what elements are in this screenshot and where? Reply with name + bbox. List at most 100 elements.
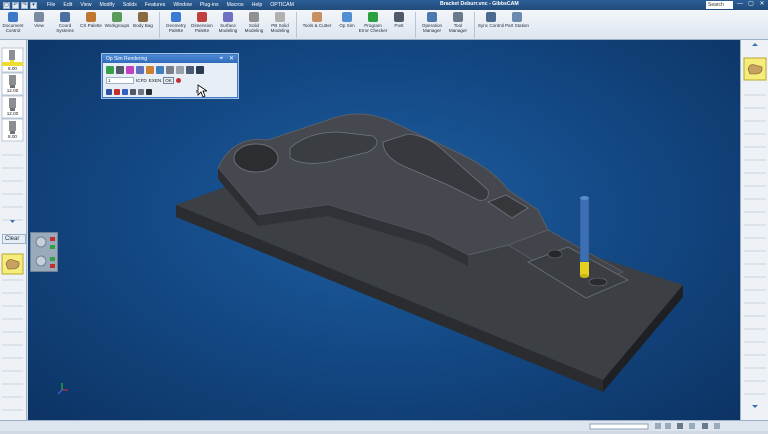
panel-title-bar[interactable]: Op Sim Rendering ⌖ ✕ [103,55,237,63]
status-icon-2 [665,423,671,429]
zoom-view-icon [35,255,47,267]
menu-edit[interactable]: Edit [59,2,76,8]
section-icon[interactable] [176,65,184,74]
ribbon-body-bag-button[interactable]: Body Bag [130,10,156,40]
ribbon-view-button[interactable]: View [26,10,52,40]
fixture-icon[interactable] [146,65,154,74]
panel-row-2: 1 ICFD EXEN OK [103,74,237,85]
close-icon[interactable]: ✕ [758,0,766,9]
tool-4-icon [9,121,16,134]
coord-icon [60,12,70,22]
ribbon-dimension-button[interactable]: Dimension Palette [189,10,215,40]
ribbon-operation-button[interactable]: Operation Manager [419,10,445,40]
fast-icon[interactable] [138,88,144,95]
scroll-up-icon [752,43,758,46]
solid-view-icon[interactable] [136,65,144,74]
stop-icon[interactable] [114,88,120,95]
menu-window[interactable]: Window [169,2,195,8]
solid-icon [249,12,259,22]
redo-icon[interactable]: ↷ [21,1,28,9]
menu-plugins[interactable]: Plug-ins [196,2,223,8]
ribbon-label: PB Solid Modeling [270,23,290,33]
pb-solid-icon [275,12,285,22]
ribbon-workgroups-button[interactable]: Workgroups [104,10,130,40]
cs-palette-icon [86,12,96,22]
status-icon-1 [655,423,661,429]
panel-row-1 [103,63,237,74]
maximize-icon[interactable]: ▢ [747,0,755,9]
minimize-icon[interactable]: — [736,0,744,9]
undo-icon[interactable]: ↶ [12,1,19,9]
clear-button[interactable]: Clear [2,234,26,244]
search-input[interactable]: Search [706,1,733,9]
pin-icon[interactable]: ⌖ [220,55,223,63]
check-icon [368,12,378,22]
red-marker-icon-2 [50,264,55,268]
play-icon[interactable] [122,88,128,95]
save-icon[interactable]: ▢ [3,1,10,9]
ribbon-check-button[interactable]: Program Error Checker [359,10,387,40]
cutting-tool-icon [579,196,590,278]
ribbon-tools-button[interactable]: Tools & Cutter [300,10,334,40]
menu-help[interactable]: Help [248,2,267,8]
ribbon-label: Workgroups [104,23,130,28]
green-marker-icon [50,245,55,249]
rewind-icon[interactable] [106,88,112,95]
lock-icon[interactable] [166,65,174,74]
tool-3-icon [9,98,16,111]
workgroups-icon [112,12,122,22]
grid-icon[interactable] [186,65,194,74]
stock-icon[interactable] [116,65,124,74]
ribbon-post-button[interactable]: Post [386,10,412,40]
step-count-input[interactable]: 1 [106,77,134,84]
menu-file[interactable]: File [43,2,59,8]
menu-opticam[interactable]: OPTICAM [266,2,298,8]
tool-2-value: 12.00 [6,88,19,93]
menu-features[interactable]: Features [141,2,169,8]
mouse-cursor-icon [197,84,207,98]
customize-icon[interactable]: ▾ [30,1,37,9]
display-icon[interactable] [196,65,204,74]
ribbon-cs-palette-button[interactable]: CS Palette [78,10,104,40]
tool-manager-icon [453,12,463,22]
ribbon-label: Operation Manager [421,23,443,33]
ribbon-surface-button[interactable]: Surface Modeling [215,10,241,40]
menu-view[interactable]: View [76,2,95,8]
ribbon-label: Sync Control [477,23,505,28]
ribbon-tool-manager-button[interactable]: Tool Manager [445,10,471,40]
status-icon-5 [702,423,708,429]
scroll-down-icon-right [752,405,758,408]
scroll-down-icon [10,220,15,223]
exen-toggle[interactable]: EXEN [149,78,162,83]
end-icon[interactable] [146,88,152,95]
menu-modify[interactable]: Modify [95,2,118,8]
tools-icon [312,12,322,22]
tool-list-graphics [1,47,24,411]
step-icon[interactable] [130,88,136,95]
record-icon[interactable] [175,78,181,83]
ribbon-pb-solid-button[interactable]: PB Solid Modeling [267,10,293,40]
ribbon-sync-button[interactable]: Sync Control [478,10,504,40]
ribbon-label: Coord Systems [56,23,74,33]
ribbon-label: Solid Modeling [244,23,264,33]
menu-solids[interactable]: Solids [119,2,141,8]
ribbon-label: Tools & Cutter [302,23,332,28]
ribbon-opsim-button[interactable]: Op Sim [334,10,360,40]
ribbon-geometry-button[interactable]: Geometry Palette [163,10,189,40]
ribbon-coord-button[interactable]: Coord Systems [52,10,78,40]
color-icon[interactable] [126,65,134,74]
icfd-toggle[interactable]: ICFD [136,78,147,83]
tool-view-icon[interactable] [156,65,164,74]
panel-row-3: Run [103,85,237,96]
ok-button[interactable]: OK [163,77,174,84]
ribbon-part-station-button[interactable]: Part Station [504,10,530,40]
part-station-icon [512,12,522,22]
ribbon-separator [296,12,297,38]
status-bar-graphics [589,423,720,430]
ribbon-document-button[interactable]: Document Control [0,10,26,40]
ribbon-separator [415,12,416,38]
menu-macros[interactable]: Macros [223,2,248,8]
ribbon-solid-button[interactable]: Solid Modeling [241,10,267,40]
render-mode-icon[interactable] [106,65,114,74]
panel-close-icon[interactable]: ✕ [229,55,234,63]
